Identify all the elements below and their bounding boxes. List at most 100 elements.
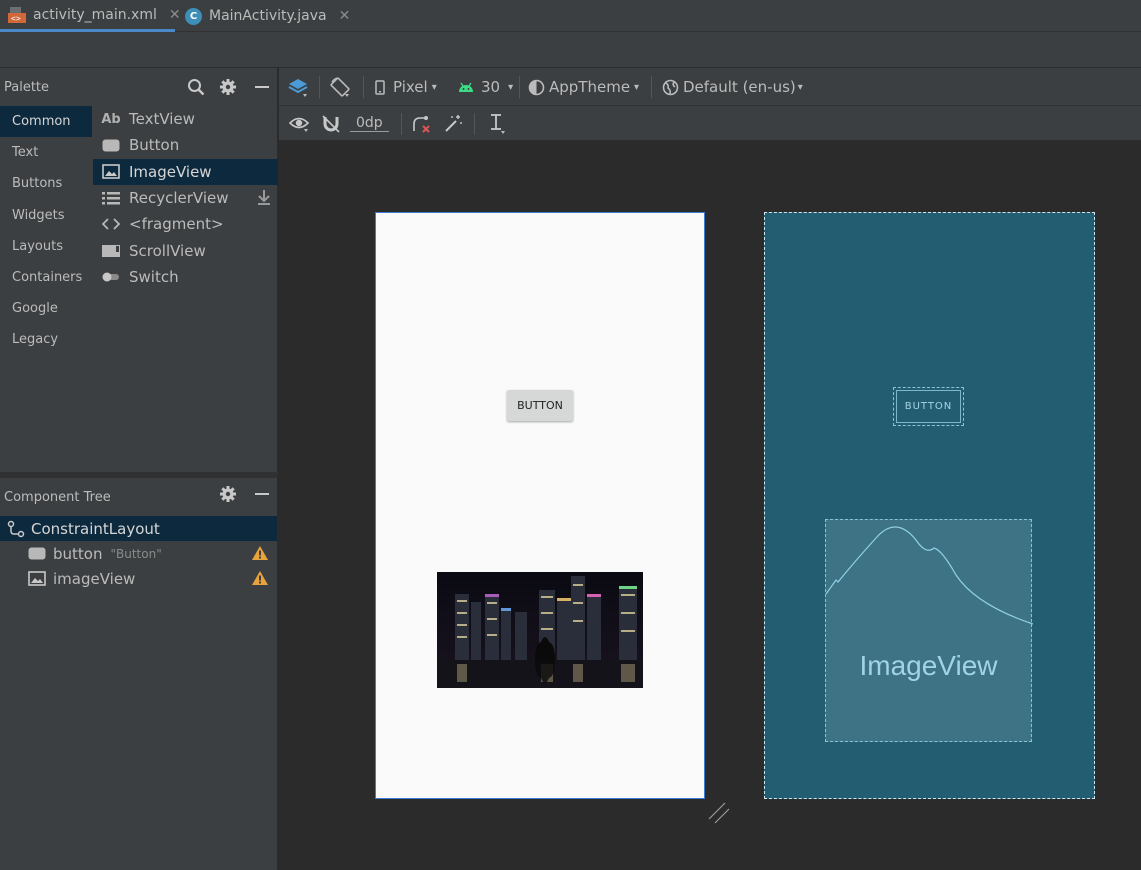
toolbar-separator: [519, 76, 520, 98]
widget-label: RecyclerView: [129, 189, 229, 208]
magnet-off-icon[interactable]: [321, 106, 341, 141]
device-dropdown[interactable]: Pixel ▾: [375, 68, 437, 106]
api-dropdown[interactable]: 30 ▾: [457, 68, 513, 106]
svg-text:<>: <>: [11, 14, 21, 23]
xml-file-icon: <>: [8, 6, 26, 24]
design-button[interactable]: BUTTON: [507, 390, 573, 421]
android-icon: [457, 81, 475, 93]
margin-value: 0dp: [350, 115, 389, 132]
warning-icon[interactable]: [251, 570, 269, 590]
theme-label: AppTheme: [549, 78, 631, 96]
theme-icon: [528, 79, 545, 96]
design-toolbar: Pixel ▾ 30 ▾ AppTheme ▾ Default (en-us) …: [279, 68, 1141, 106]
close-icon[interactable]: ✕: [169, 7, 181, 23]
switch-icon: [93, 271, 129, 283]
tab-label: activity_main.xml: [33, 6, 157, 23]
button-icon: [28, 547, 53, 560]
tree-item-label: button: [53, 544, 103, 563]
widget-label: Button: [129, 136, 180, 155]
constraint-layout-icon: [0, 520, 31, 538]
component-tree-title: Component Tree: [4, 489, 111, 505]
gear-icon[interactable]: [218, 484, 238, 504]
image-placeholder-icon: [826, 526, 1033, 625]
design-surface[interactable]: BUTTON: [375, 212, 705, 799]
code-brackets-icon: [93, 217, 129, 231]
category-buttons[interactable]: Buttons: [0, 168, 92, 199]
download-icon[interactable]: [256, 189, 272, 210]
tab-activity-main-xml[interactable]: <> activity_main.xml ✕: [0, 0, 181, 32]
scrollview-icon: [93, 244, 129, 258]
warning-icon[interactable]: [251, 545, 269, 565]
city-night-photo: [437, 572, 643, 688]
align-icon[interactable]: [487, 106, 507, 141]
tree-item-text: "Button": [110, 546, 162, 561]
chevron-down-icon: ▾: [797, 81, 803, 93]
widget-textview[interactable]: Ab TextView: [93, 106, 278, 132]
editor-tab-bar: <> activity_main.xml ✕ C MainActivity.ja…: [0, 0, 1141, 32]
api-label: 30: [481, 78, 501, 96]
java-class-icon: C: [185, 7, 202, 25]
device-label: Pixel: [393, 78, 428, 96]
constraint-toolbar: 0dp: [279, 106, 1141, 141]
widget-label: ImageView: [129, 162, 212, 181]
eye-icon[interactable]: [289, 106, 311, 141]
widget-fragment[interactable]: <fragment>: [93, 211, 278, 237]
button-icon: [93, 139, 129, 152]
category-legacy[interactable]: Legacy: [0, 324, 92, 355]
default-margin-field[interactable]: 0dp: [350, 106, 389, 141]
widget-label: TextView: [129, 110, 195, 129]
resize-handle[interactable]: [707, 801, 731, 829]
blueprint-surface[interactable]: BUTTON ImageView: [764, 212, 1095, 799]
phone-icon: [375, 79, 385, 95]
minimize-icon[interactable]: [252, 484, 272, 504]
widget-scrollview[interactable]: ScrollView: [93, 237, 278, 263]
blueprint-button-outline: [896, 390, 961, 423]
tree-item-label: ConstraintLayout: [31, 519, 160, 538]
toolbar-separator: [474, 113, 475, 135]
locale-dropdown[interactable]: Default (en-us) ▾: [662, 68, 803, 106]
category-containers[interactable]: Containers: [0, 262, 92, 293]
widget-label: ScrollView: [129, 241, 206, 260]
palette-panel: Palette Common Text Buttons Widgets Layo…: [0, 68, 278, 472]
orientation-icon[interactable]: [329, 68, 351, 106]
toolbar-separator: [401, 113, 402, 135]
blueprint-imageview[interactable]: ImageView: [825, 519, 1033, 742]
clear-constraints-icon[interactable]: [411, 106, 433, 141]
magic-wand-icon[interactable]: [443, 106, 463, 141]
layers-icon[interactable]: [287, 68, 309, 106]
category-widgets[interactable]: Widgets: [0, 200, 92, 231]
widget-switch[interactable]: Switch: [93, 264, 278, 290]
tree-item-button[interactable]: button "Button": [0, 541, 277, 566]
category-google[interactable]: Google: [0, 293, 92, 324]
tree-item-constraintlayout[interactable]: ConstraintLayout: [0, 516, 277, 541]
tab-mainactivity-java[interactable]: C MainActivity.java ✕: [185, 0, 355, 32]
search-icon[interactable]: [186, 77, 206, 97]
blueprint-button[interactable]: BUTTON: [893, 387, 964, 426]
palette-header: Palette: [0, 68, 278, 106]
close-icon[interactable]: ✕: [339, 8, 351, 24]
design-imageview[interactable]: [437, 572, 643, 688]
tree-item-imageview[interactable]: imageView: [0, 566, 277, 591]
widget-button[interactable]: Button: [93, 132, 278, 158]
locale-label: Default (en-us): [683, 78, 796, 96]
category-text[interactable]: Text: [0, 137, 92, 168]
tree-item-label: imageView: [53, 569, 136, 588]
widget-label: <fragment>: [129, 215, 224, 234]
toolbar-separator: [363, 76, 364, 98]
category-common[interactable]: Common: [0, 106, 92, 138]
toolbar-separator: [319, 76, 320, 98]
widget-recyclerview[interactable]: RecyclerView: [93, 185, 278, 211]
category-layouts[interactable]: Layouts: [0, 231, 92, 262]
theme-dropdown[interactable]: AppTheme ▾: [528, 68, 639, 106]
widget-imageview[interactable]: ImageView: [93, 158, 278, 185]
list-icon: [93, 191, 129, 205]
textview-icon: Ab: [101, 111, 121, 127]
chevron-down-icon: ▾: [431, 81, 437, 93]
palette-title: Palette: [4, 79, 50, 95]
design-canvas: BUTTON BUTTON ImageView: [279, 141, 1141, 870]
toolbar-separator: [651, 76, 652, 98]
blueprint-imageview-label: ImageView: [859, 650, 998, 681]
component-tree-header: Component Tree: [0, 478, 277, 516]
gear-icon[interactable]: [218, 77, 238, 97]
minimize-icon[interactable]: [252, 77, 272, 97]
